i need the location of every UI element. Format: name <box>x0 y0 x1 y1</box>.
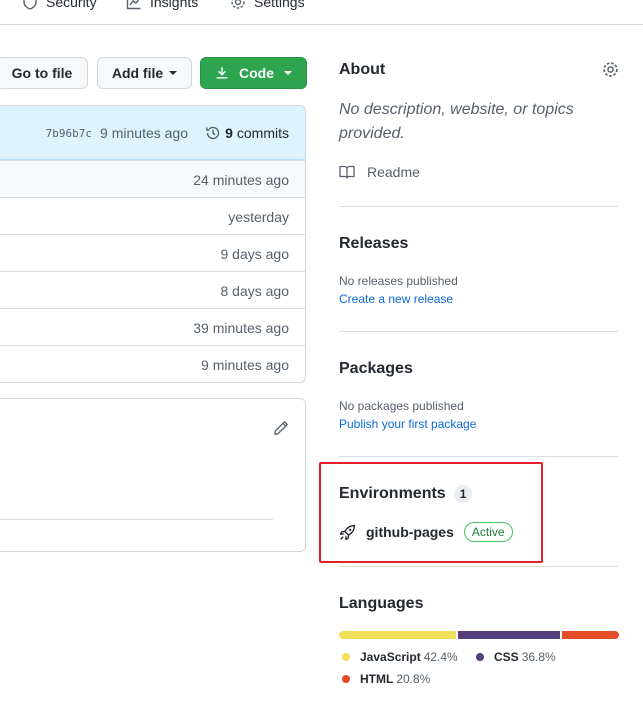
latest-commit-bar: 7b96b7c 9 minutes ago 9 commits <box>0 106 305 160</box>
history-icon <box>206 126 220 140</box>
language-name: CSS <box>494 650 519 664</box>
commit-sha[interactable]: 7b96b7c <box>46 127 92 140</box>
file-row[interactable]: 8 days ago <box>0 271 305 308</box>
highlight-box <box>319 462 543 563</box>
file-time: 9 minutes ago <box>201 357 289 373</box>
divider <box>0 519 273 520</box>
divider <box>339 331 619 332</box>
code-button[interactable]: Code <box>200 57 307 89</box>
tab-security[interactable]: Security <box>22 0 97 10</box>
language-percent: 20.8% <box>396 672 431 686</box>
file-row[interactable]: 9 days ago <box>0 234 305 271</box>
tab-settings[interactable]: Settings <box>230 0 305 10</box>
about-description: No description, website, or topics provi… <box>339 101 574 142</box>
repo-nav: Security Insights Settings <box>0 0 643 25</box>
shield-icon <box>23 0 37 10</box>
file-row[interactable]: 24 minutes ago <box>0 160 305 197</box>
divider <box>339 456 619 457</box>
graph-icon <box>126 0 141 10</box>
readme-panel <box>0 398 306 552</box>
language-bar-segment <box>561 631 619 639</box>
file-time: 9 days ago <box>220 246 290 262</box>
language-color-dot <box>342 653 350 661</box>
file-time: yesterday <box>228 209 289 225</box>
add-file-button[interactable]: Add file <box>97 57 192 89</box>
packages-heading[interactable]: Packages <box>339 360 413 378</box>
language-color-dot <box>342 675 350 683</box>
file-list: 7b96b7c 9 minutes ago 9 commits 24 minut… <box>0 105 306 383</box>
go-to-file-button[interactable]: Go to file <box>0 57 88 89</box>
language-item[interactable]: HTML 20.8% <box>342 672 430 686</box>
readme-label: Readme <box>367 164 420 180</box>
publish-package-link[interactable]: Publish your first package <box>339 417 476 431</box>
caret-down-icon <box>284 71 292 75</box>
tab-label: Security <box>46 0 97 10</box>
file-row[interactable]: 39 minutes ago <box>0 308 305 345</box>
commit-count: 9 <box>225 125 233 141</box>
button-label: Add file <box>111 65 164 81</box>
packages-empty-text: No packages published <box>339 399 464 413</box>
file-row[interactable]: 9 minutes ago <box>0 345 305 382</box>
language-bar-segment <box>458 631 560 639</box>
readme-link[interactable]: Readme <box>339 164 420 180</box>
language-percent: 42.4% <box>423 650 458 664</box>
file-time: 8 days ago <box>220 283 290 299</box>
pencil-icon[interactable] <box>273 420 289 436</box>
file-time: 39 minutes ago <box>193 320 289 336</box>
book-icon <box>339 165 355 179</box>
create-release-link[interactable]: Create a new release <box>339 292 453 306</box>
gear-icon[interactable] <box>602 61 619 78</box>
language-item[interactable]: JavaScript 42.4% <box>342 650 458 664</box>
releases-heading[interactable]: Releases <box>339 235 408 253</box>
commits-link[interactable]: 9 commits <box>205 125 289 141</box>
commits-label: commits <box>236 125 289 141</box>
tab-label: Insights <box>150 0 199 10</box>
language-color-dot <box>476 653 484 661</box>
tab-label: Settings <box>254 0 305 10</box>
language-bar <box>339 631 619 639</box>
language-percent: 36.8% <box>521 650 556 664</box>
download-icon <box>216 67 228 79</box>
releases-empty-text: No releases published <box>339 274 458 288</box>
caret-down-icon <box>169 71 178 75</box>
about-heading: About <box>339 61 386 78</box>
language-item[interactable]: CSS 36.8% <box>476 650 556 664</box>
tab-insights[interactable]: Insights <box>126 0 198 10</box>
language-name: HTML <box>360 672 394 686</box>
file-time: 24 minutes ago <box>193 172 289 188</box>
languages-heading: Languages <box>339 595 424 612</box>
divider <box>339 206 619 207</box>
button-label: Go to file <box>11 65 73 81</box>
divider <box>339 566 619 567</box>
gear-icon <box>231 0 245 9</box>
commit-time[interactable]: 9 minutes ago <box>100 125 188 141</box>
language-bar-segment <box>339 631 457 639</box>
file-row[interactable]: yesterday <box>0 197 305 234</box>
button-label: Code <box>239 65 274 81</box>
language-name: JavaScript <box>360 650 421 664</box>
